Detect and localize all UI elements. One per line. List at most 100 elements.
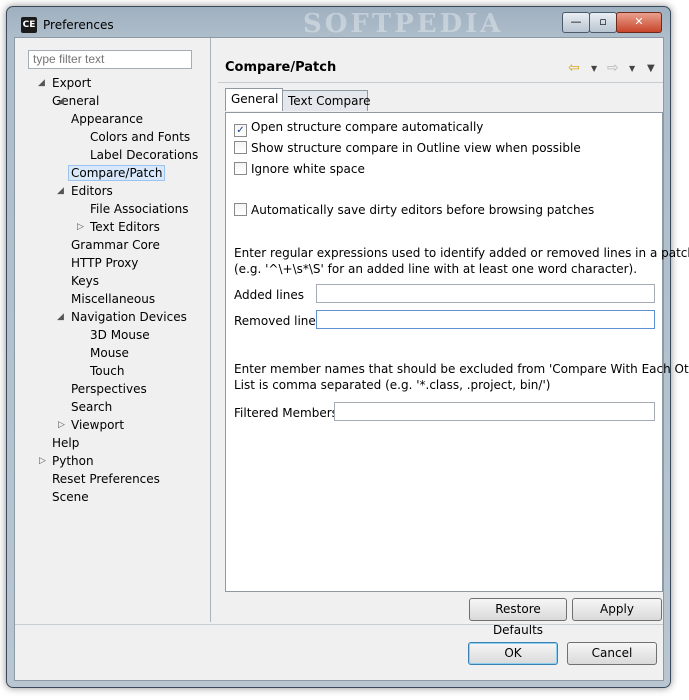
cancel-button[interactable]: Cancel — [567, 642, 657, 665]
tree-item-label: Label Decorations — [90, 148, 199, 162]
tree-item-label: Keys — [71, 274, 100, 288]
tree-item-label: Perspectives — [71, 382, 147, 396]
removed-lines-label: Removed lines — [234, 314, 323, 328]
option-show-structure-outline[interactable]: Show structure compare in Outline view w… — [234, 140, 581, 156]
tree-item-navigation-devices[interactable]: Navigation Devices — [71, 308, 187, 326]
tree-item-compare-patch[interactable]: Compare/Patch — [68, 164, 166, 182]
tree-item-editors[interactable]: Editors — [71, 182, 113, 200]
preferences-window: CE Preferences SOFTPEDIA — ▫ ✕ Export ◢ … — [6, 6, 689, 688]
app-icon: CE — [21, 17, 37, 33]
dialog-client: Export ◢ General ◢ Appearance Colors and… — [14, 37, 689, 681]
tab-label: General — [231, 92, 279, 106]
tree-item-label: Navigation Devices — [71, 310, 187, 324]
option-label: Open structure compare automatically — [251, 120, 484, 134]
filtered-members-input[interactable] — [334, 402, 655, 421]
tree-item-label: Appearance — [71, 112, 144, 126]
collapse-arrow-icon[interactable]: ▷ — [58, 420, 65, 430]
tree-item-keys[interactable]: Keys — [71, 272, 99, 290]
minimize-button[interactable]: — — [562, 12, 590, 33]
collapse-arrow-icon[interactable]: ▷ — [77, 222, 84, 232]
expand-arrow-icon[interactable]: ◢ — [38, 78, 45, 88]
expand-arrow-icon[interactable]: ◢ — [57, 96, 64, 106]
tree-item-label: Editors — [71, 184, 113, 198]
tab-general[interactable]: General — [225, 88, 283, 111]
tree-item-label-decorations[interactable]: Label Decorations — [90, 146, 198, 164]
added-lines-label: Added lines — [234, 288, 304, 302]
tree-item-reset-preferences[interactable]: Reset Preferences — [52, 470, 160, 488]
general-tab-panel: ✓ Open structure compare automatically Sh… — [225, 112, 689, 592]
tree-item-label: File Associations — [90, 202, 189, 216]
back-dropdown-icon[interactable]: ▼ — [591, 64, 597, 73]
tree-item-label: Help — [52, 436, 80, 450]
view-menu-icon[interactable]: ▼ — [647, 63, 655, 74]
tree-item-text-editors[interactable]: Text Editors — [90, 218, 160, 236]
tree-item-perspectives[interactable]: Perspectives — [71, 380, 147, 398]
window-title: Preferences — [43, 18, 114, 32]
tree-item-label: Compare/Patch — [68, 165, 166, 181]
tree-item-label: Touch — [90, 364, 125, 378]
members-help-text: Enter member names that should be exclud… — [234, 362, 689, 376]
tree-item-3d-mouse[interactable]: 3D Mouse — [90, 326, 150, 344]
tree-item-help[interactable]: Help — [52, 434, 79, 452]
expand-arrow-icon[interactable]: ◢ — [57, 312, 64, 322]
tab-text-compare[interactable]: Text Compare — [282, 90, 371, 111]
close-icon: ✕ — [634, 15, 644, 28]
removed-lines-input[interactable] — [316, 310, 655, 329]
tree-item-search[interactable]: Search — [71, 398, 112, 416]
maximize-icon: ▫ — [599, 15, 607, 28]
forward-arrow-icon[interactable]: ⇨ — [607, 60, 619, 76]
tree-item-label: Export — [52, 76, 92, 90]
tree-item-label: Scene — [52, 490, 89, 504]
option-label: Ignore white space — [251, 162, 365, 176]
checkbox-checked-icon[interactable]: ✓ — [234, 124, 247, 137]
tree-item-touch[interactable]: Touch — [90, 362, 124, 380]
footer-divider — [15, 624, 663, 625]
tab-label: Text Compare — [288, 94, 371, 108]
tree-item-grammar-core[interactable]: Grammar Core — [71, 236, 160, 254]
option-label: Show structure compare in Outline view w… — [251, 141, 581, 155]
close-button[interactable]: ✕ — [616, 12, 662, 33]
forward-dropdown-icon[interactable]: ▼ — [629, 64, 635, 73]
tree-item-file-associations[interactable]: File Associations — [90, 200, 188, 218]
tree-item-label: Colors and Fonts — [90, 130, 191, 144]
tree-item-label: 3D Mouse — [90, 328, 150, 342]
tree-item-http-proxy[interactable]: HTTP Proxy — [71, 254, 138, 272]
tree-item-colors-and-fonts[interactable]: Colors and Fonts — [90, 128, 190, 146]
option-label: Automatically save dirty editors before … — [251, 203, 595, 217]
tree-item-viewport[interactable]: Viewport — [71, 416, 124, 434]
filter-input[interactable] — [28, 50, 192, 69]
watermark: SOFTPEDIA — [303, 9, 504, 39]
checkbox-icon[interactable] — [234, 162, 247, 175]
added-lines-input[interactable] — [316, 284, 655, 303]
restore-defaults-button[interactable]: Restore Defaults — [469, 598, 567, 637]
apply-button[interactable]: Apply — [572, 598, 662, 621]
members-help-example: List is comma separated (e.g. '*.class, … — [234, 378, 551, 392]
ok-button[interactable]: OK — [468, 642, 558, 665]
tree-item-label: Grammar Core — [71, 238, 160, 252]
maximize-button[interactable]: ▫ — [589, 12, 617, 33]
filtered-members-label: Filtered Members: — [234, 406, 342, 420]
tree-item-appearance[interactable]: Appearance — [71, 110, 143, 128]
collapse-arrow-icon[interactable]: ▷ — [39, 456, 46, 466]
regex-help-example: (e.g. '^\+\s*\S' for an added line with … — [234, 262, 638, 276]
option-ignore-white-space[interactable]: Ignore white space — [234, 161, 365, 177]
minimize-icon: — — [570, 15, 582, 28]
checkbox-icon[interactable] — [234, 203, 247, 216]
checkbox-icon[interactable] — [234, 141, 247, 154]
tree-item-label: Text Editors — [90, 220, 160, 234]
tree-item-label: Miscellaneous — [71, 292, 156, 306]
tree-item-python[interactable]: Python — [52, 452, 94, 470]
tree-item-scene[interactable]: Scene — [52, 488, 89, 506]
tree-item-mouse[interactable]: Mouse — [90, 344, 129, 362]
tree-item-label: Viewport — [71, 418, 125, 432]
expand-arrow-icon[interactable]: ◢ — [57, 186, 64, 196]
tree-item-export[interactable]: Export — [52, 74, 91, 92]
splitter[interactable] — [210, 38, 211, 622]
regex-help-text: Enter regular expressions used to identi… — [234, 246, 689, 260]
option-auto-save-dirty-editors[interactable]: Automatically save dirty editors before … — [234, 202, 594, 218]
back-arrow-icon[interactable]: ⇦ — [568, 60, 580, 76]
tree-item-label: Python — [52, 454, 94, 468]
tree-item-label: Reset Preferences — [52, 472, 160, 486]
tree-item-miscellaneous[interactable]: Miscellaneous — [71, 290, 155, 308]
option-open-structure-compare[interactable]: ✓ Open structure compare automatically — [234, 119, 484, 137]
